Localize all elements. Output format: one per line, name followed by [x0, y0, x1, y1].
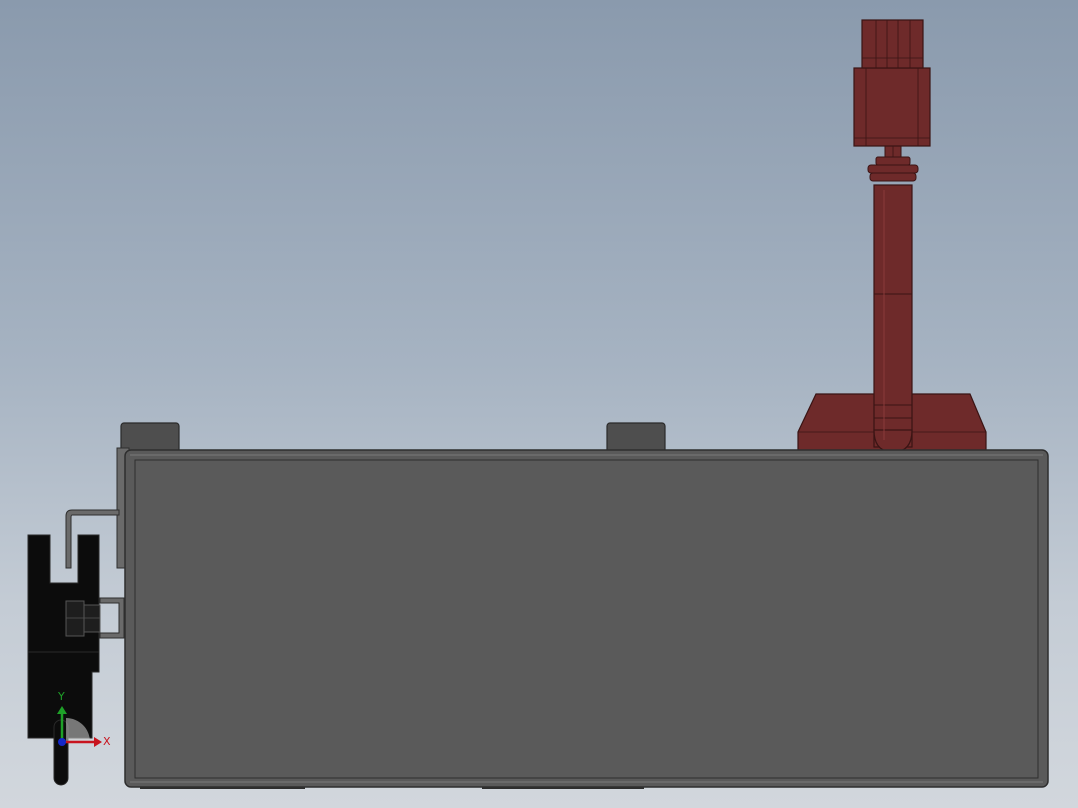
x-axis-arrow [94, 737, 102, 747]
dispenser-collar-3 [875, 156, 911, 166]
black-clamp[interactable] [27, 534, 100, 739]
dispenser-tube[interactable] [873, 184, 913, 448]
main-housing[interactable] [124, 449, 1049, 788]
dispenser-head[interactable] [853, 67, 931, 147]
dispenser-collar-2 [869, 172, 917, 182]
y-axis-label: Y [57, 690, 65, 703]
clamp-bolt-head[interactable] [65, 600, 85, 637]
z-axis-dot [58, 738, 66, 746]
clamp-link[interactable] [99, 597, 125, 639]
dispenser-collar-1 [867, 164, 919, 174]
dispenser-cap[interactable] [861, 19, 924, 69]
cad-viewport[interactable]: X Y [0, 0, 1078, 808]
model-scene[interactable]: X Y [0, 0, 1078, 808]
x-axis-label: X [103, 735, 111, 748]
clamp-bolt-nut[interactable] [83, 604, 101, 633]
